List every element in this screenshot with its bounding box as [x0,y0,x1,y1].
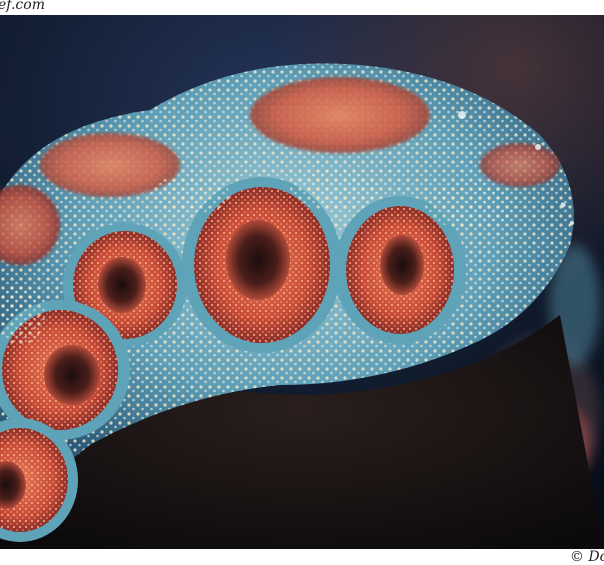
watermark-top: ef.com [0,0,45,13]
watermark-bottom: © Do [569,549,604,565]
coral-photo [0,15,604,549]
